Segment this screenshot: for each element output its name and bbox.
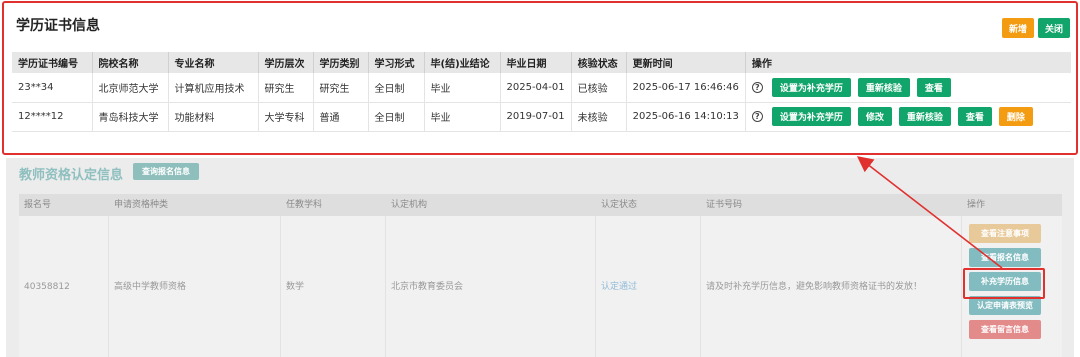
- col-reg-no: 报名号: [24, 200, 52, 210]
- cell-kind: 高级中学教师资格: [109, 216, 281, 357]
- cell-major: 功能材料: [168, 102, 259, 132]
- education-panel-actions: 新增 关闭: [1002, 18, 1070, 38]
- col-kind: 申请资格种类: [114, 200, 169, 210]
- cell-grad-date: 2019-07-01: [500, 102, 572, 132]
- close-button[interactable]: 关闭: [1038, 18, 1070, 38]
- edit-button[interactable]: 修改: [857, 107, 892, 126]
- cell-status: 认定通过: [596, 216, 701, 357]
- reverify-button[interactable]: 重新核验: [857, 77, 910, 97]
- add-button[interactable]: 新增: [1002, 18, 1034, 38]
- cell-updated: 2025-06-17 16:46:46: [626, 73, 746, 103]
- col-school: 院校名称: [92, 52, 169, 73]
- status-text[interactable]: 认定通过: [601, 276, 637, 298]
- subject-text: 数学: [286, 281, 305, 292]
- set-supplementary-button[interactable]: 设置为补充学历: [771, 107, 851, 126]
- cell-school: 青岛科技大学: [92, 102, 169, 132]
- cell-level: 大学专科: [258, 102, 314, 132]
- table-row: 12****12 青岛科技大学 功能材料 大学专科 普通 全日制 毕业 2019…: [12, 102, 1071, 132]
- view-registration-button[interactable]: 查看报名信息: [969, 248, 1041, 267]
- cell-cert-no: 12****12: [12, 102, 93, 132]
- col-category: 学历类别: [313, 52, 369, 73]
- cell-school: 北京师范大学: [92, 73, 169, 103]
- cell-updated: 2025-06-16 14:10:13: [626, 102, 746, 132]
- col-level: 学历层次: [258, 52, 314, 73]
- query-registration-button[interactable]: 查询报名信息: [133, 163, 199, 180]
- agency-text: 北京市教育委员会: [391, 281, 464, 292]
- col-form: 学习形式: [368, 52, 425, 73]
- education-panel-title: 学历证书信息: [16, 18, 100, 34]
- col-cert-no: 证书号码: [706, 200, 743, 210]
- question-circle-icon[interactable]: ?: [751, 81, 763, 93]
- col-agency: 认定机构: [391, 200, 428, 210]
- table-row: 23**34 北京师范大学 计算机应用技术 研究生 研究生 全日制 毕业 202…: [12, 73, 1071, 103]
- view-messages-button[interactable]: 查看留言信息: [969, 320, 1041, 339]
- col-ops: 操作: [967, 200, 986, 210]
- cell-conclusion: 毕业: [424, 73, 501, 103]
- col-conclusion: 毕(结)业结论: [424, 52, 501, 73]
- table-header-row: 学历证书编号 院校名称 专业名称 学历层次 学历类别 学习形式 毕(结)业结论 …: [12, 52, 1071, 73]
- col-major: 专业名称: [168, 52, 259, 73]
- cell-status: 未核验: [571, 102, 627, 132]
- col-updated: 更新时间: [626, 52, 746, 73]
- cell-grad-date: 2025-04-01: [500, 73, 572, 103]
- col-status: 认定状态: [601, 200, 638, 210]
- education-table: 学历证书编号 院校名称 专业名称 学历层次 学历类别 学习形式 毕(结)业结论 …: [12, 52, 1071, 132]
- view-button[interactable]: 查看: [957, 107, 992, 126]
- teacher-table-header: 报名号 申请资格种类 任教学科 认定机构 认定状态 证书号码 操作: [19, 194, 1062, 216]
- delete-button[interactable]: 删除: [998, 107, 1033, 126]
- highlight-box: [963, 268, 1045, 299]
- cell-status: 已核验: [571, 73, 627, 103]
- table-row: 40358812 高级中学教师资格 数学 北京市教育委员会 认定通过 请及时补充…: [19, 216, 1062, 357]
- cell-category: 普通: [313, 102, 369, 132]
- cell-subject: 数学: [281, 216, 386, 357]
- cell-ops: ? 设置为补充学历 修改 重新核验 查看 删除: [745, 102, 1071, 132]
- kind-text: 高级中学教师资格: [114, 281, 187, 292]
- question-circle-icon[interactable]: ?: [751, 111, 763, 122]
- cell-cert-note: 请及时补充学历信息，避免影响教师资格证书的发放！: [701, 216, 962, 357]
- cell-level: 研究生: [258, 73, 314, 103]
- cell-conclusion: 毕业: [424, 102, 501, 132]
- col-ops: 操作: [745, 52, 1071, 73]
- col-cert-no: 学历证书编号: [12, 52, 93, 73]
- cell-form: 全日制: [368, 73, 425, 103]
- cell-ops: ? 设置为补充学历 重新核验 查看: [745, 73, 1071, 103]
- view-notes-button[interactable]: 查看注意事项: [969, 224, 1041, 243]
- teacher-qualification-panel: 教师资格认定信息 查询报名信息 报名号 申请资格种类 任教学科 认定机构 认定状…: [6, 158, 1074, 357]
- cell-reg-no: 40358812: [19, 216, 109, 357]
- cell-major: 计算机应用技术: [168, 73, 259, 103]
- view-button[interactable]: 查看: [916, 77, 951, 97]
- cert-note-text: 请及时补充学历信息，避免影响教师资格证书的发放！: [706, 281, 923, 292]
- teacher-panel-title: 教师资格认定信息: [19, 168, 124, 183]
- col-subject: 任教学科: [286, 200, 323, 210]
- reverify-button[interactable]: 重新核验: [898, 107, 951, 126]
- cell-cert-no: 23**34: [12, 73, 93, 103]
- col-grad-date: 毕业日期: [500, 52, 572, 73]
- cell-agency: 北京市教育委员会: [386, 216, 596, 357]
- cell-form: 全日制: [368, 102, 425, 132]
- set-supplementary-button[interactable]: 设置为补充学历: [771, 77, 851, 97]
- col-status: 核验状态: [571, 52, 627, 73]
- reg-no-text: 40358812: [24, 281, 70, 292]
- cell-category: 研究生: [313, 73, 369, 103]
